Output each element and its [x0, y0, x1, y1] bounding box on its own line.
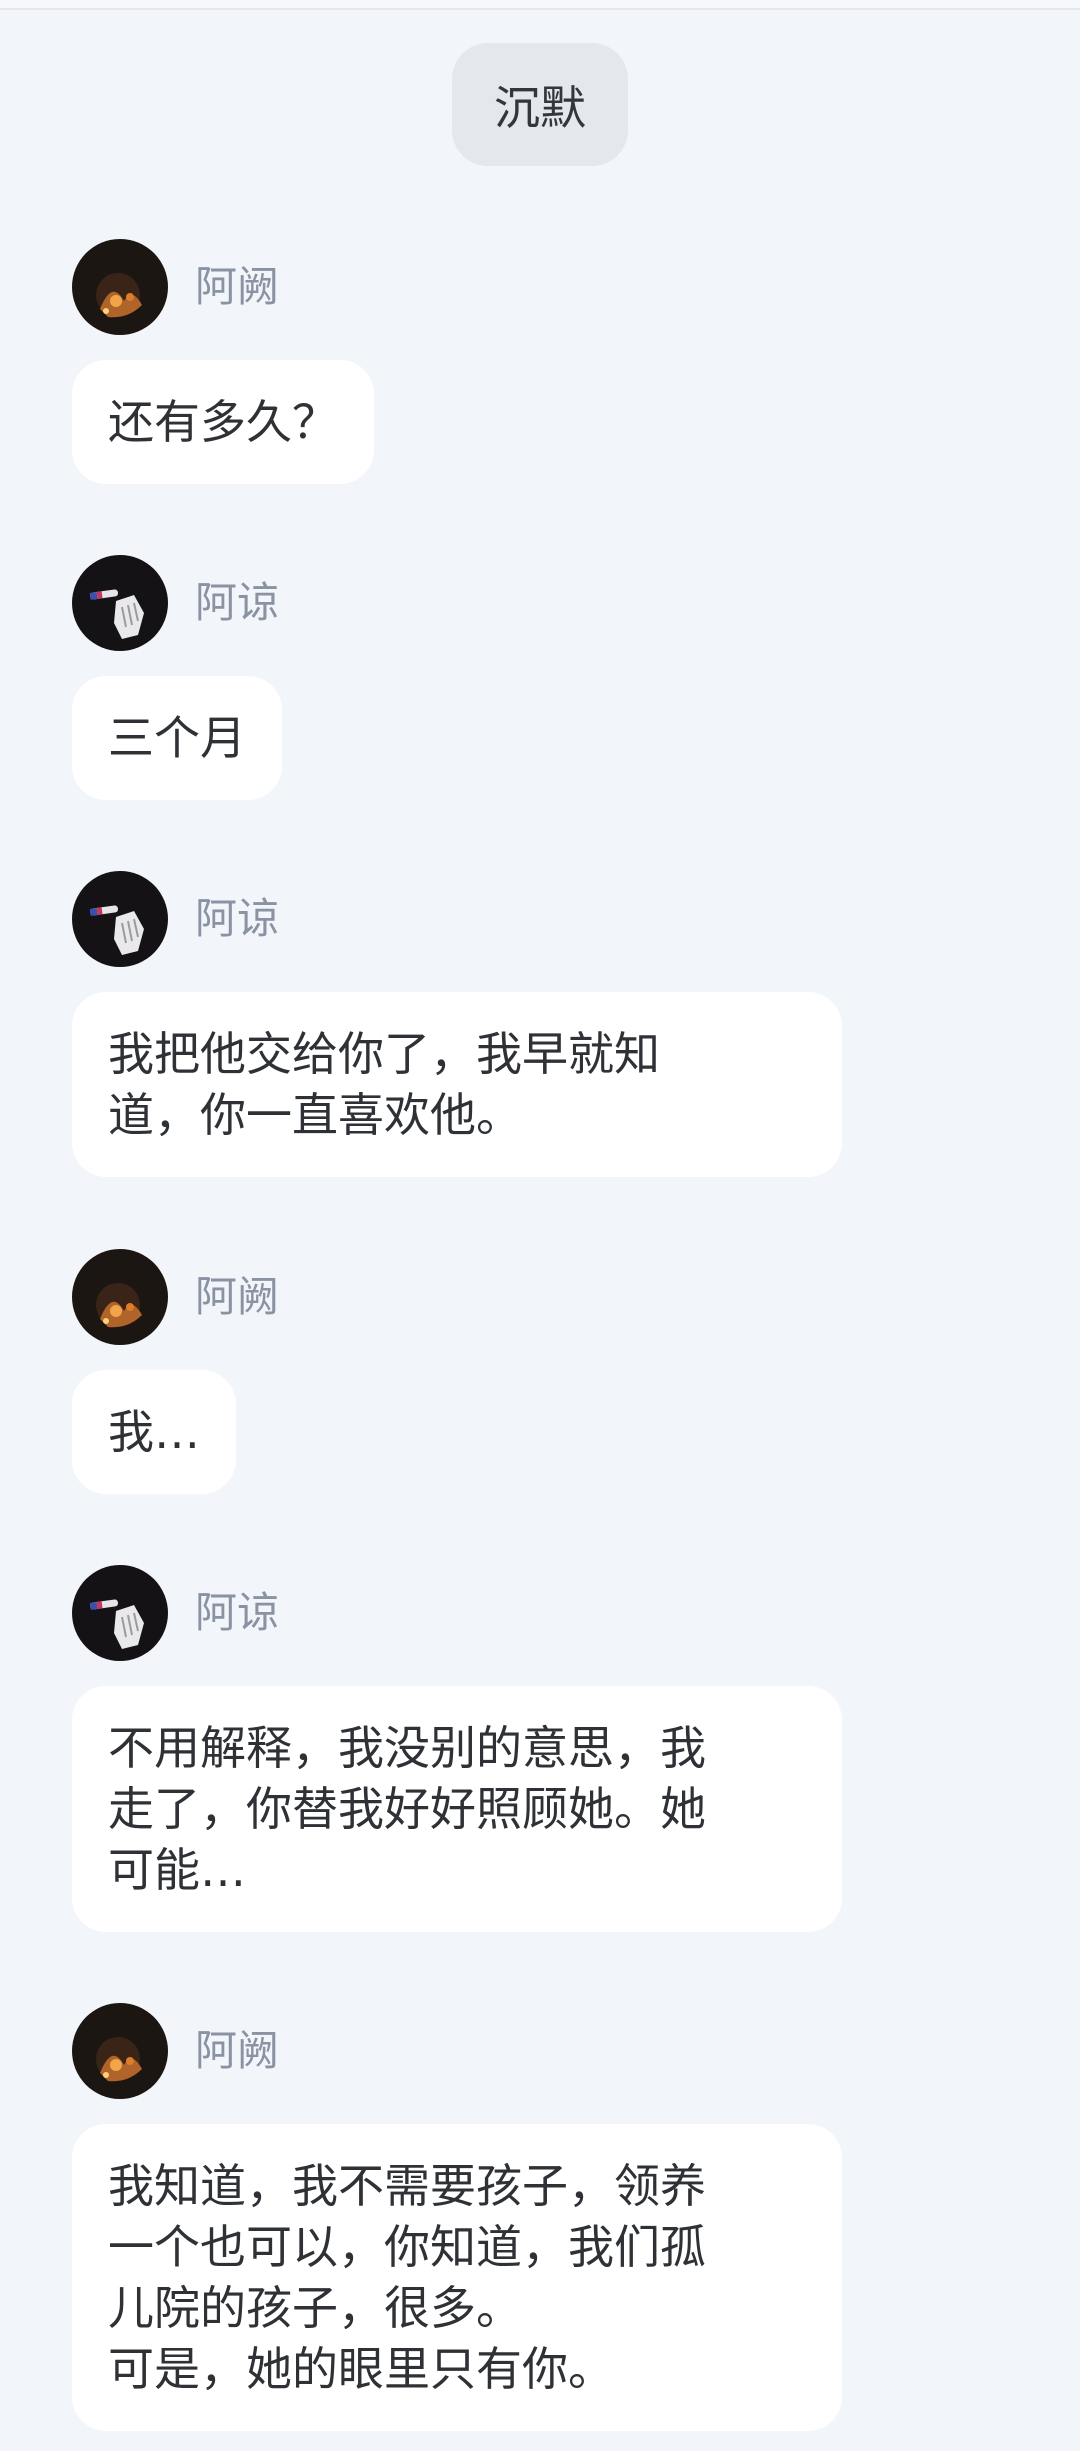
message-bubble[interactable]: 我… — [72, 1370, 236, 1494]
hand-cigarette-avatar-icon[interactable] — [72, 555, 168, 651]
narration-text: 沉默 — [494, 80, 586, 135]
chat-message: 阿谅 三个月 — [72, 555, 282, 800]
message-bubble[interactable]: 还有多久？ — [72, 360, 374, 484]
message-bubble[interactable]: 三个月 — [72, 676, 282, 800]
sender-name: 阿谅 — [195, 1588, 280, 1637]
chat-message: 阿阙 我… — [72, 1249, 279, 1494]
sender-name: 阿阙 — [195, 262, 280, 311]
sender-name: 阿阙 — [195, 1272, 280, 1321]
ember-avatar-icon[interactable] — [72, 239, 168, 335]
ember-avatar-icon[interactable] — [72, 2003, 168, 2099]
sender-name: 阿谅 — [195, 894, 280, 943]
sender-name: 阿阙 — [195, 2026, 280, 2075]
chat-message: 阿谅 不用解释，我没别的意思，我 走了，你替我好好照顾她。她 可能… — [72, 1565, 842, 1932]
sender-name: 阿谅 — [195, 578, 280, 627]
top-divider — [0, 0, 1080, 10]
chat-message: 阿阙 我知道，我不需要孩子，领养 一个也可以，你知道，我们孤 儿院的孩子，很多。… — [72, 2003, 842, 2431]
message-bubble[interactable]: 我知道，我不需要孩子，领养 一个也可以，你知道，我们孤 儿院的孩子，很多。 可是… — [72, 2124, 842, 2431]
message-bubble[interactable]: 我把他交给你了，我早就知 道，你一直喜欢他。 — [72, 992, 842, 1177]
hand-cigarette-avatar-icon[interactable] — [72, 871, 168, 967]
hand-cigarette-avatar-icon[interactable] — [72, 1565, 168, 1661]
chat-message: 阿谅 我把他交给你了，我早就知 道，你一直喜欢他。 — [72, 871, 842, 1177]
message-bubble[interactable]: 不用解释，我没别的意思，我 走了，你替我好好照顾她。她 可能… — [72, 1686, 842, 1932]
chat-message: 阿阙 还有多久？ — [72, 239, 374, 484]
ember-avatar-icon[interactable] — [72, 1249, 168, 1345]
narration-bubble: 沉默 — [452, 43, 628, 166]
